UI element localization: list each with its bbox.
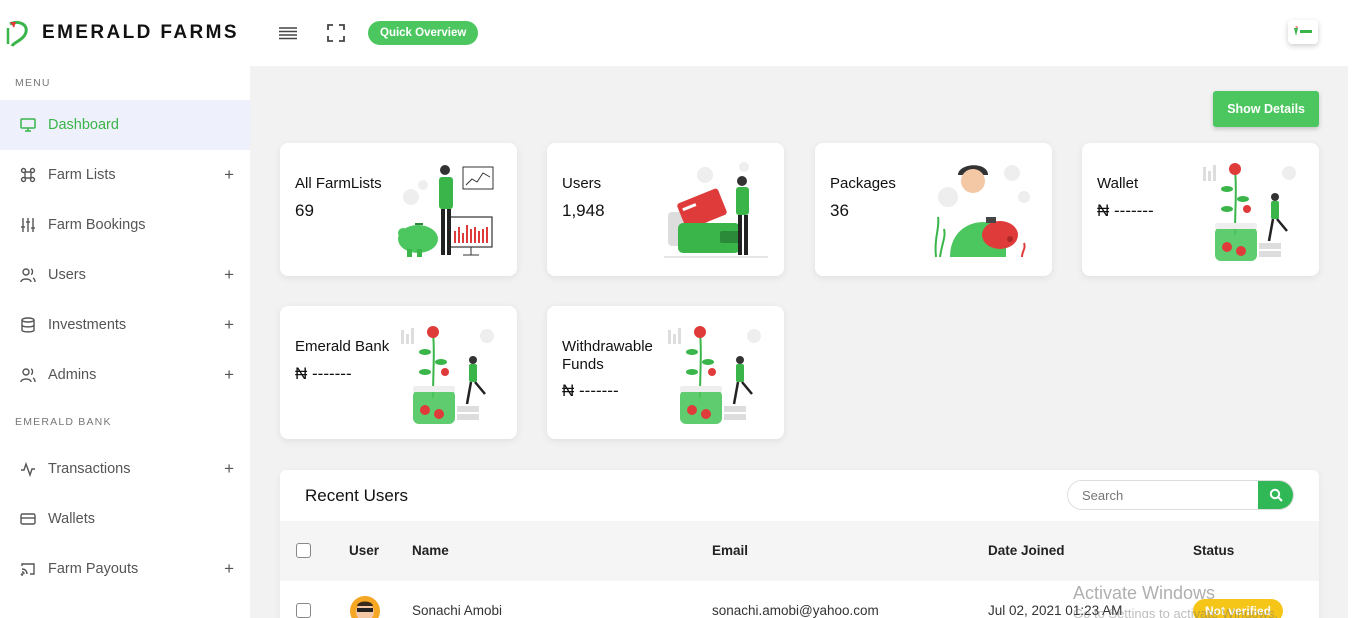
wallet-cards-illustration bbox=[664, 162, 768, 258]
stat-card-farmlists[interactable]: All FarmLists 69 bbox=[280, 143, 517, 276]
search-button[interactable] bbox=[1258, 481, 1293, 509]
cast-icon bbox=[20, 561, 36, 577]
menu-toggle-icon[interactable] bbox=[278, 23, 298, 43]
user-email: sonachi.amobi@yahoo.com bbox=[712, 603, 879, 618]
expand-plus-icon[interactable]: + bbox=[224, 165, 234, 185]
sidebar-item-label: Users bbox=[48, 267, 86, 283]
profile-avatar[interactable] bbox=[1288, 20, 1318, 44]
card-title: All FarmLists bbox=[295, 175, 382, 192]
brand-name: EMERALD FARMS bbox=[42, 22, 239, 43]
expand-plus-icon[interactable]: + bbox=[224, 315, 234, 335]
sidebar-item-users[interactable]: Users + bbox=[0, 250, 250, 300]
main-content: Show Details All FarmLists 69 Users 1,94… bbox=[250, 66, 1348, 618]
sidebar-item-label: Farm Lists bbox=[48, 167, 116, 183]
stat-card-packages[interactable]: Packages 36 bbox=[815, 143, 1052, 276]
sidebar-item-farm-payouts[interactable]: Farm Payouts + bbox=[0, 544, 250, 594]
activate-windows-subtext: Go to Settings to activate Windows. bbox=[1073, 606, 1279, 618]
select-all-checkbox[interactable] bbox=[296, 543, 311, 558]
sidebar-item-dashboard[interactable]: Dashboard bbox=[0, 100, 250, 150]
money-jar-plant-illustration bbox=[668, 326, 761, 424]
database-icon bbox=[20, 317, 36, 333]
sidebar-item-wallets[interactable]: Wallets bbox=[0, 494, 250, 544]
users-icon bbox=[20, 367, 36, 383]
stat-card-withdrawable-funds[interactable]: Withdrawable Funds ₦ ------- bbox=[547, 306, 784, 439]
expand-plus-icon[interactable]: + bbox=[224, 559, 234, 579]
expand-plus-icon[interactable]: + bbox=[224, 365, 234, 385]
row-checkbox[interactable] bbox=[296, 603, 311, 618]
search-icon bbox=[1269, 488, 1283, 502]
column-header-date-joined[interactable]: Date Joined bbox=[988, 543, 1065, 558]
user-name: Sonachi Amobi bbox=[412, 603, 503, 618]
sliders-icon bbox=[20, 217, 36, 233]
quick-overview-button[interactable]: Quick Overview bbox=[368, 21, 479, 45]
sidebar-item-label: Investments bbox=[48, 317, 127, 333]
card-value: 69 bbox=[295, 201, 314, 220]
card-value: ₦ ------- bbox=[295, 364, 352, 383]
sidebar-item-farm-bookings[interactable]: Farm Bookings bbox=[0, 200, 250, 250]
menu-section-title: MENU bbox=[15, 77, 51, 89]
fullscreen-icon[interactable] bbox=[326, 23, 346, 43]
brand-logo-icon bbox=[6, 18, 30, 48]
sidebar-item-label: Transactions bbox=[48, 461, 131, 477]
sidebar-item-investments[interactable]: Investments + bbox=[0, 300, 250, 350]
column-header-email[interactable]: Email bbox=[712, 543, 748, 558]
avatar bbox=[350, 596, 380, 618]
sidebar: MENU Dashboard Farm Lists + Farm Booking… bbox=[0, 66, 250, 618]
card-title: Users bbox=[562, 175, 602, 192]
sidebar-item-label: Admins bbox=[48, 367, 97, 383]
money-jar-plant-illustration bbox=[1203, 163, 1296, 261]
card-title: Packages bbox=[830, 175, 896, 192]
column-header-name[interactable]: Name bbox=[412, 543, 449, 558]
card-value: ₦ ------- bbox=[562, 381, 619, 400]
sidebar-item-label: Wallets bbox=[48, 511, 95, 527]
stat-card-wallet[interactable]: Wallet ₦ ------- bbox=[1082, 143, 1319, 276]
activate-windows-watermark: Activate Windows bbox=[1073, 583, 1216, 603]
monitor-icon bbox=[20, 117, 36, 133]
sidebar-item-admins[interactable]: Admins + bbox=[0, 350, 250, 400]
stat-card-users[interactable]: Users 1,948 bbox=[547, 143, 784, 276]
expand-plus-icon[interactable]: + bbox=[224, 459, 234, 479]
command-icon bbox=[20, 167, 36, 183]
expand-plus-icon[interactable]: + bbox=[224, 265, 234, 285]
card-title: Withdrawable Funds bbox=[562, 338, 653, 373]
brand[interactable]: EMERALD FARMS bbox=[0, 18, 250, 48]
page-scrollbar[interactable] bbox=[1348, 0, 1366, 618]
sidebar-item-transactions[interactable]: Transactions + bbox=[0, 444, 250, 494]
search-input[interactable] bbox=[1068, 481, 1258, 509]
stat-card-emerald-bank[interactable]: Emerald Bank ₦ ------- bbox=[280, 306, 517, 439]
card-value: 36 bbox=[830, 201, 849, 220]
piggy-bank-illustration bbox=[934, 165, 1030, 258]
card-title: Emerald Bank bbox=[295, 338, 390, 355]
panel-title: Recent Users bbox=[305, 486, 408, 505]
sidebar-item-label: Dashboard bbox=[48, 117, 119, 133]
column-header-status[interactable]: Status bbox=[1193, 543, 1234, 558]
search-box bbox=[1067, 480, 1294, 510]
table-header: User Name Email Date Joined Status bbox=[280, 521, 1319, 581]
money-jar-plant-illustration bbox=[401, 326, 494, 424]
sidebar-item-label: Farm Payouts bbox=[48, 561, 139, 577]
card-title: Wallet bbox=[1097, 175, 1139, 192]
show-details-button[interactable]: Show Details bbox=[1213, 91, 1319, 127]
sidebar-item-farm-lists[interactable]: Farm Lists + bbox=[0, 150, 250, 200]
sidebar-item-label: Farm Bookings bbox=[48, 217, 146, 233]
top-bar: EMERALD FARMS Quick Overview bbox=[0, 0, 1348, 66]
farm-growth-illustration bbox=[398, 165, 494, 257]
column-header-user[interactable]: User bbox=[349, 543, 379, 558]
users-icon bbox=[20, 267, 36, 283]
bank-section-title: EMERALD BANK bbox=[15, 416, 112, 428]
card-value: ₦ ------- bbox=[1097, 201, 1154, 220]
credit-card-icon bbox=[20, 511, 36, 527]
activity-icon bbox=[20, 461, 36, 477]
card-value: 1,948 bbox=[562, 201, 605, 220]
